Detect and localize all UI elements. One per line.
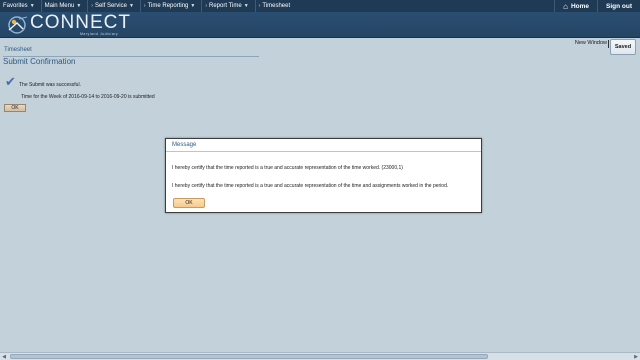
nav-self-service-label: Self Service bbox=[94, 3, 127, 9]
signout-label: Sign out bbox=[606, 2, 632, 10]
chevron-down-icon: ▼ bbox=[29, 3, 35, 9]
success-message: The Submit was successful. bbox=[19, 82, 81, 88]
home-icon: ⌂ bbox=[563, 1, 568, 11]
nav-report-time[interactable]: › Report Time ▼ bbox=[202, 0, 256, 12]
home-link[interactable]: ⌂ Home bbox=[554, 0, 597, 12]
top-nav-bar: Favorites ▼ Main Menu ▼ › Self Service ▼… bbox=[0, 0, 640, 12]
nav-main-menu[interactable]: Main Menu ▼ bbox=[42, 0, 89, 12]
nav-timesheet[interactable]: › Timesheet bbox=[256, 0, 296, 12]
chevron-down-icon: ▼ bbox=[190, 3, 196, 9]
app-logo-text: CONNECT bbox=[30, 12, 131, 33]
horizontal-scrollbar[interactable]: ◀ ▶ bbox=[0, 352, 640, 360]
breadcrumb-separator-icon: › bbox=[91, 3, 93, 9]
dialog-header: Message bbox=[166, 139, 481, 152]
dialog-message-line-1: I hereby certify that the time reported … bbox=[172, 165, 403, 171]
breadcrumb: Timesheet bbox=[4, 47, 32, 53]
chevron-down-icon: ▼ bbox=[128, 3, 134, 9]
signout-link[interactable]: Sign out bbox=[597, 0, 640, 12]
chevron-down-icon: ▼ bbox=[76, 3, 82, 9]
breadcrumb-separator-icon: › bbox=[205, 3, 208, 9]
nav-favorites-label: Favorites bbox=[3, 3, 28, 9]
page-ok-button[interactable]: OK bbox=[4, 104, 26, 112]
dialog-title: Message bbox=[172, 142, 197, 148]
header-banner: CONNECT Maryland Judiciary bbox=[0, 12, 640, 38]
checkmark-icon: ✔ bbox=[5, 74, 16, 89]
page-title: Submit Confirmation bbox=[3, 57, 76, 66]
link-divider bbox=[608, 40, 609, 48]
saved-button[interactable]: Saved bbox=[610, 39, 636, 55]
message-dialog: Message I hereby certify that the time r… bbox=[165, 138, 482, 213]
week-submitted-message: Time for the Week of 2016-09-14 to 2016-… bbox=[21, 94, 155, 100]
app-logo-subtitle: Maryland Judiciary bbox=[80, 32, 119, 36]
connect-logo-icon bbox=[8, 16, 28, 34]
breadcrumb-separator-icon: › bbox=[143, 3, 146, 9]
scroll-left-arrow-icon[interactable]: ◀ bbox=[0, 353, 8, 360]
nav-report-time-label: Report Time bbox=[209, 3, 242, 9]
nav-timesheet-label: Timesheet bbox=[262, 3, 291, 9]
nav-self-service[interactable]: › Self Service ▼ bbox=[88, 0, 141, 12]
nav-favorites[interactable]: Favorites ▼ bbox=[0, 0, 42, 12]
dialog-message-line-2: I hereby certify that the time reported … bbox=[172, 183, 449, 189]
dialog-ok-button[interactable]: OK bbox=[173, 198, 205, 208]
nav-time-reporting-label: Time Reporting bbox=[147, 3, 189, 9]
scroll-right-arrow-icon[interactable]: ▶ bbox=[632, 353, 640, 360]
breadcrumb-separator-icon: › bbox=[258, 3, 261, 9]
nav-time-reporting[interactable]: › Time Reporting ▼ bbox=[141, 0, 203, 12]
nav-main-menu-label: Main Menu bbox=[44, 3, 75, 9]
chevron-down-icon: ▼ bbox=[243, 3, 249, 9]
new-window-link[interactable]: New Window bbox=[575, 40, 607, 46]
scrollbar-thumb[interactable] bbox=[10, 354, 488, 359]
home-label: Home bbox=[570, 2, 589, 10]
